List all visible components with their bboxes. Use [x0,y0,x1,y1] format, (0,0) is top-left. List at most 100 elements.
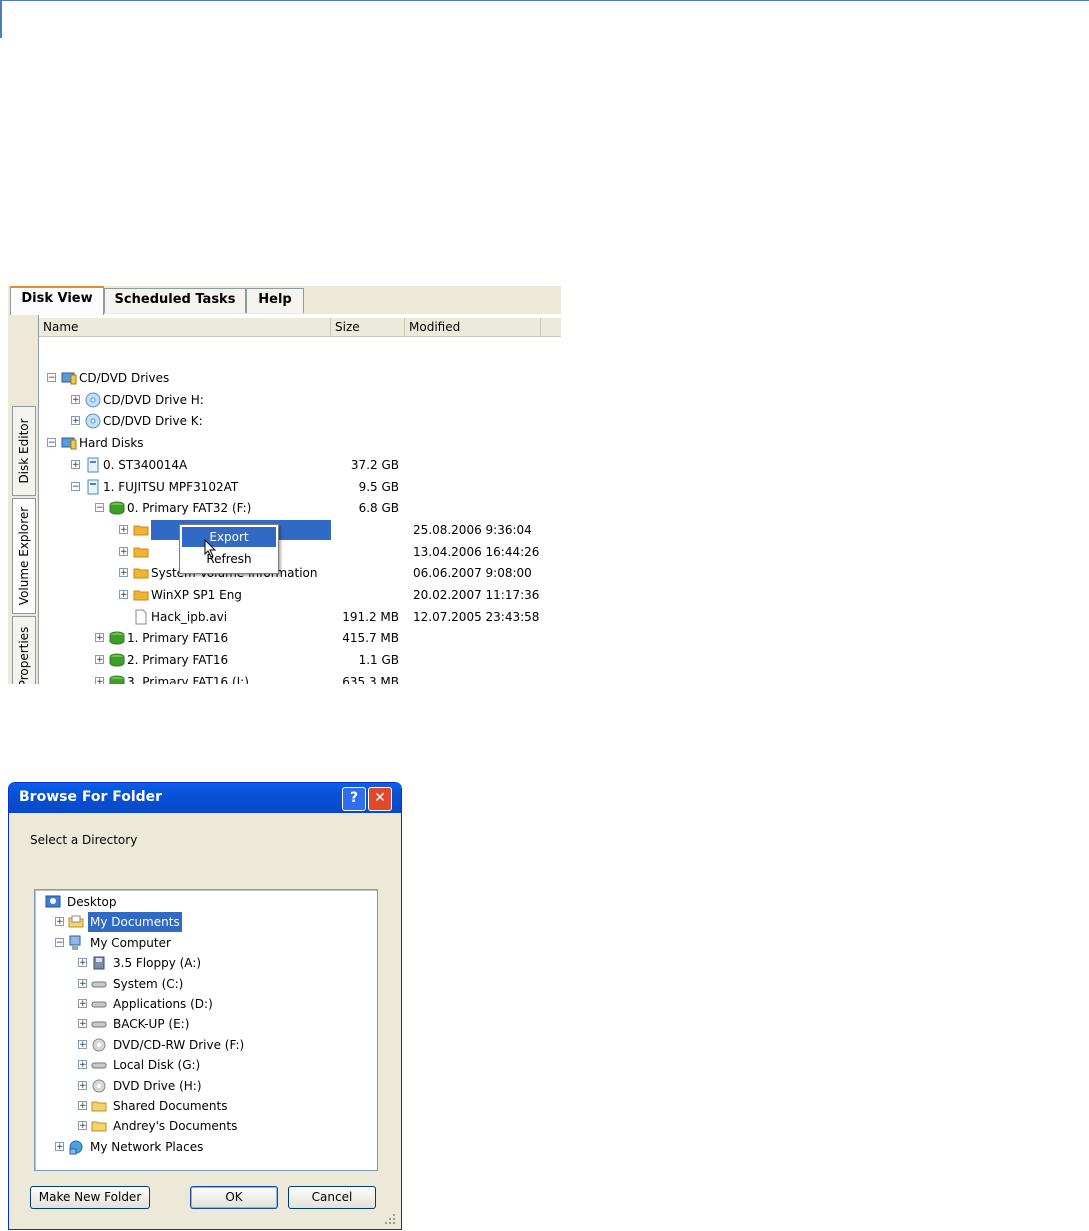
file-icon [135,609,147,625]
table-row[interactable]: − CD/DVD Drives [39,368,561,388]
tree-item[interactable]: + DVD/CD-RW Drive (F:) [35,1035,375,1055]
collapse-icon[interactable]: − [71,481,80,491]
network-icon [69,1140,83,1155]
table-row[interactable]: +25.08.2006 9:36:04 [39,519,561,540]
cd-icon [85,392,101,408]
table-row[interactable]: − 0. Primary FAT32 (F:) 6.8 GB [39,498,561,518]
tree-item[interactable]: + Local Disk (G:) [35,1055,375,1075]
table-row[interactable]: +13.04.2006 16:44:26 [39,542,561,562]
menu-item-refresh[interactable]: Refresh [182,549,276,569]
row-name: CD/DVD Drive H: [103,392,204,407]
tree-item[interactable]: + My Documents [35,912,375,933]
vol-icon [109,675,125,684]
tree-item-label: My Network Places [90,1139,204,1154]
expand-icon[interactable]: + [95,655,104,665]
drives-icon [61,372,77,385]
expand-icon[interactable]: + [78,1080,87,1090]
table-row[interactable]: + WinXP SP1 Eng 20.02.2007 11:17:36 [39,585,561,605]
side-tab-strip: Disk Editor Volume Explorer Properties [8,314,38,684]
table-row[interactable]: +1. Primary FAT16 415.7 MB [39,628,561,648]
tab-help[interactable]: Help [246,288,304,313]
table-row[interactable]: +3. Primary FAT16 (I:) 635.3 MB [39,672,561,684]
expand-icon[interactable]: + [71,416,80,426]
tree-item[interactable]: + DVD Drive (H:) [35,1076,375,1096]
expand-icon[interactable]: + [78,1060,87,1070]
tree-item-label: Local Disk (G:) [113,1058,201,1073]
table-row[interactable]: − Hard Disks [39,433,561,453]
table-row[interactable]: +System Volume Information06.06.2007 9:0… [39,563,561,583]
table-row[interactable]: + CD/DVD Drive H: [39,390,561,410]
collapse-icon[interactable]: − [55,937,64,947]
mydocs-icon [68,915,84,928]
cancel-button[interactable]: Cancel [288,1186,376,1209]
expand-icon[interactable]: + [55,1141,64,1151]
table-row[interactable]: Hack_ipb.avi 191.2 MB 12.07.2005 23:43:58 [39,607,561,627]
cdrom-icon [92,1038,106,1052]
expand-icon[interactable]: + [119,590,128,600]
side-tab-label: Volume Explorer [17,506,31,606]
expand-icon[interactable]: + [119,568,128,578]
expand-icon[interactable]: + [78,978,87,988]
side-tab-volume-explorer[interactable]: Volume Explorer [12,498,36,614]
context-menu: Export Refresh [179,524,279,574]
expand-icon[interactable]: + [78,958,87,968]
tab-scheduled-tasks[interactable]: Scheduled Tasks [104,288,246,313]
table-row[interactable]: + CD/DVD Drive K: [39,411,561,431]
disk-view-panel: Disk View Scheduled Tasks Help Disk Edit… [8,286,561,684]
row-modified: 06.06.2007 9:08:00 [413,566,532,581]
menu-item-export[interactable]: Export [182,527,276,547]
column-header-size[interactable]: Size [331,318,405,337]
table-row[interactable]: +0. ST340014A 37.2 GB [39,455,561,475]
side-tab-disk-editor[interactable]: Disk Editor [12,406,36,496]
row-size: 6.8 GB [358,501,399,516]
expand-icon[interactable]: + [95,676,104,684]
expand-icon[interactable]: + [55,917,64,927]
folder-icon [133,568,149,579]
tree-item-label: DVD Drive (H:) [113,1078,202,1093]
table-row[interactable]: − 1. FUJITSU MPF3102AT 9.5 GB [39,477,561,497]
row-size: 9.5 GB [358,479,399,494]
tree-item-label: DVD/CD-RW Drive (F:) [113,1037,245,1052]
expand-icon[interactable]: + [78,999,87,1009]
table-row[interactable]: +2. Primary FAT16 1.1 GB [39,650,561,670]
collapse-icon[interactable]: − [47,373,56,383]
expand-icon[interactable]: + [119,546,128,556]
tree-item[interactable]: − My Computer [35,933,375,953]
tree-item[interactable]: + System (C:) [35,974,375,994]
side-tab-properties[interactable]: Properties [12,616,36,684]
tree-item-label: Applications (D:) [113,997,213,1011]
tree-item[interactable]: + Applications (D:) [35,994,375,1014]
column-header-name[interactable]: Name [39,318,331,337]
collapse-icon[interactable]: − [95,503,104,513]
expand-icon[interactable]: + [78,1019,87,1029]
disk-icon [87,479,99,494]
row-size: 415.7 MB [342,631,399,646]
expand-icon[interactable]: + [71,459,80,469]
tree-item[interactable]: + Andrey's Documents [35,1116,375,1136]
close-button[interactable]: ✕ [368,787,392,811]
help-button[interactable]: ? [342,787,366,811]
make-new-folder-button[interactable]: Make New Folder [30,1186,150,1209]
column-header-modified[interactable]: Modified [405,318,541,337]
tab-strip: Disk View Scheduled Tasks Help [8,286,561,315]
tree-item[interactable]: + BACK-UP (E:) [35,1014,375,1034]
tab-disk-view[interactable]: Disk View [10,286,104,315]
tree-item[interactable]: + Shared Documents [35,1096,375,1116]
resize-grip-icon[interactable] [384,1213,396,1225]
tree-item[interactable]: +3.5 Floppy (A:) [35,953,375,973]
ok-button[interactable]: OK [190,1186,278,1209]
folder-icon [133,590,149,601]
expand-icon[interactable]: + [78,1101,87,1111]
folder-tree: Desktop + My Documents − My Computer +3.5 Flo… [34,889,378,1171]
browse-for-folder-dialog: Browse For Folder ? ✕ Select a Directory… [8,782,402,1230]
expand-icon[interactable]: + [78,1121,87,1131]
expand-icon[interactable]: + [78,1039,87,1049]
expand-icon[interactable]: + [71,394,80,404]
tree-item[interactable]: + My Network Places [35,1137,375,1157]
vol-icon [109,653,125,667]
tree-item[interactable]: Desktop [35,892,375,912]
side-tab-label: Properties [17,626,31,684]
expand-icon[interactable]: + [95,633,104,643]
collapse-icon[interactable]: − [47,438,56,448]
expand-icon[interactable]: + [119,524,128,534]
